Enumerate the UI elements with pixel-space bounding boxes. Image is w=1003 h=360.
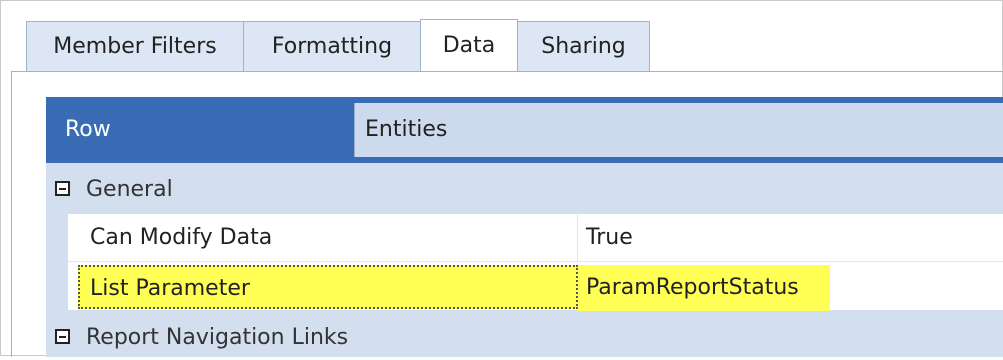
category-label: Report Navigation Links bbox=[86, 325, 349, 350]
tab-sharing[interactable]: Sharing bbox=[517, 21, 650, 71]
category-label: General bbox=[86, 177, 173, 202]
property-value-highlight: ParamReportStatus bbox=[578, 265, 830, 311]
header-row-label: Row bbox=[65, 117, 111, 142]
tab-formatting[interactable]: Formatting bbox=[243, 21, 421, 71]
tab-data[interactable]: Data bbox=[420, 19, 518, 71]
property-row[interactable]: Can Modify Data True bbox=[68, 214, 1003, 262]
property-value-cell[interactable]: True bbox=[578, 214, 1003, 262]
panel-left-border bbox=[11, 71, 12, 357]
property-name-cell-highlighted: List Parameter bbox=[78, 265, 578, 309]
property-name-cell: Can Modify Data bbox=[68, 214, 578, 262]
header-value-cell: Entities bbox=[354, 103, 1003, 157]
property-row-selected[interactable]: List Parameter ParamReportStatus bbox=[68, 262, 1003, 311]
category-general: General bbox=[46, 168, 1003, 212]
property-value: ParamReportStatus bbox=[586, 275, 799, 300]
property-value-cell[interactable]: ParamReportStatus bbox=[578, 262, 1003, 311]
property-grid: Row Entities General Can Modify Data Tru… bbox=[46, 97, 1003, 357]
property-name: Can Modify Data bbox=[90, 225, 273, 250]
minus-box-icon[interactable] bbox=[55, 181, 70, 196]
property-name: List Parameter bbox=[90, 276, 250, 301]
tab-member-filters[interactable]: Member Filters bbox=[26, 21, 244, 71]
property-panel-window: Member Filters Formatting Data Sharing R… bbox=[0, 0, 1003, 357]
property-value: True bbox=[586, 225, 633, 250]
tab-strip: Member Filters Formatting Data Sharing bbox=[26, 19, 1003, 73]
category-report-navigation-links: Report Navigation Links bbox=[46, 316, 1003, 360]
header-value-text: Entities bbox=[365, 117, 448, 142]
minus-box-icon[interactable] bbox=[55, 329, 70, 344]
grid-header: Row Entities bbox=[46, 97, 1003, 163]
